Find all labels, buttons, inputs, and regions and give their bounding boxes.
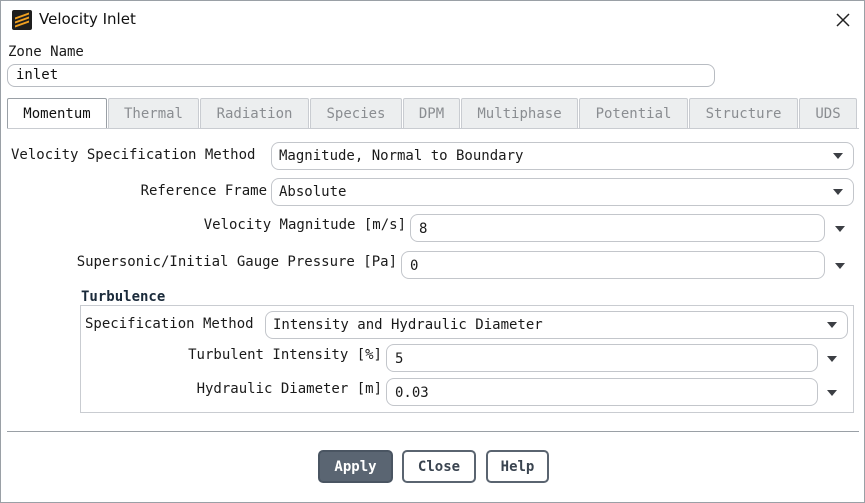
tab-multiphase[interactable]: Multiphase: [461, 98, 578, 128]
velocity-spec-value: Magnitude, Normal to Boundary: [279, 148, 524, 164]
gauge-pressure-label: Supersonic/Initial Gauge Pressure [Pa]: [76, 254, 397, 270]
close-button[interactable]: Close: [402, 450, 476, 483]
turbulence-group-title: Turbulence: [81, 289, 166, 305]
chevron-down-icon: [833, 189, 843, 195]
gauge-pressure-options-icon[interactable]: [835, 263, 845, 269]
tab-radiation[interactable]: Radiation: [200, 98, 309, 128]
velocity-spec-dropdown[interactable]: Magnitude, Normal to Boundary: [271, 142, 854, 170]
tab-thermal[interactable]: Thermal: [108, 98, 199, 128]
velocity-spec-label: Velocity Specification Method: [11, 147, 256, 163]
spec-method-value: Intensity and Hydraulic Diameter: [273, 317, 543, 333]
tab-uds[interactable]: UDS: [799, 98, 857, 128]
tab-structure[interactable]: Structure: [689, 98, 798, 128]
hydraulic-diameter-label: Hydraulic Diameter [m]: [196, 381, 382, 397]
turbulent-intensity-options-icon[interactable]: [827, 356, 837, 362]
reference-frame-dropdown[interactable]: Absolute: [271, 178, 854, 206]
gauge-pressure-input[interactable]: 0: [401, 251, 825, 279]
zone-name-label: Zone Name: [8, 44, 84, 60]
turbulent-intensity-label: Turbulent Intensity [%]: [188, 347, 382, 363]
tab-bar: Momentum Thermal Radiation Species DPM M…: [7, 98, 859, 129]
title-bar: Velocity Inlet: [1, 1, 864, 39]
velocity-magnitude-input[interactable]: 8: [410, 214, 825, 242]
zone-name-input[interactable]: inlet: [7, 64, 715, 87]
spec-method-label: Specification Method: [85, 316, 254, 332]
close-icon[interactable]: [830, 7, 856, 33]
footer-separator: [7, 431, 859, 432]
tab-divider: [7, 128, 859, 129]
reference-frame-value: Absolute: [279, 184, 347, 200]
help-button[interactable]: Help: [486, 450, 549, 483]
chevron-down-icon: [827, 322, 837, 328]
velocity-magnitude-label: Velocity Magnitude [m/s]: [203, 217, 406, 233]
tab-dpm[interactable]: DPM: [403, 98, 460, 128]
tab-species[interactable]: Species: [310, 98, 402, 128]
hydraulic-diameter-options-icon[interactable]: [827, 390, 837, 396]
turbulent-intensity-input[interactable]: 5: [386, 344, 818, 372]
velocity-inlet-dialog: Velocity Inlet Zone Name inlet Momentum …: [0, 0, 865, 503]
velocity-magnitude-options-icon[interactable]: [835, 226, 845, 232]
spec-method-dropdown[interactable]: Intensity and Hydraulic Diameter: [265, 311, 848, 339]
fluent-app-icon: [12, 10, 32, 30]
window-title: Velocity Inlet: [39, 10, 136, 28]
tab-momentum[interactable]: Momentum: [7, 98, 107, 129]
reference-frame-label: Reference Frame: [140, 183, 267, 199]
tab-potential[interactable]: Potential: [579, 98, 688, 128]
hydraulic-diameter-input[interactable]: 0.03: [386, 378, 818, 406]
apply-button[interactable]: Apply: [318, 450, 393, 483]
chevron-down-icon: [833, 153, 843, 159]
